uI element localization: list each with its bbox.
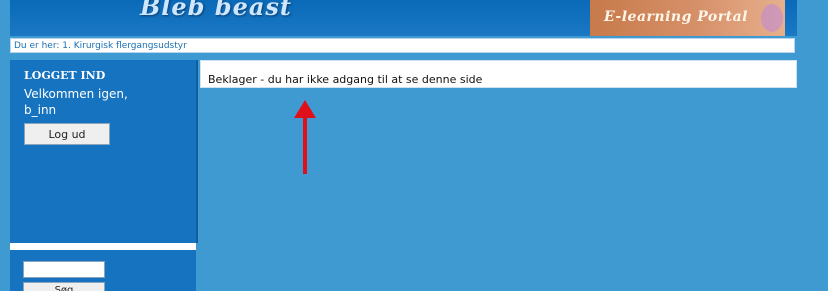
annotation-up-arrow-icon <box>294 100 316 174</box>
sidebar-search-panel: Søg <box>10 250 196 291</box>
login-heading: LOGGET IND <box>24 69 106 82</box>
username-text: b_inn <box>24 103 57 117</box>
welcome-text: Velkommen igen, <box>24 87 128 101</box>
breadcrumb[interactable]: Du er her: 1. Kirurgisk flergangsudstyr <box>10 38 795 53</box>
search-button[interactable]: Søg <box>23 282 105 291</box>
sidebar-divider <box>10 243 196 250</box>
header-banner: Bleb beast E-learning Portal <box>10 0 797 36</box>
site-logo-text: Bleb beast <box>140 0 293 21</box>
portal-badge: E-learning Portal <box>590 0 785 36</box>
access-denied-message: Beklager - du har ikke adgang til at se … <box>208 73 483 86</box>
sidebar-login-panel: LOGGET IND Velkommen igen, b_inn Log ud <box>10 60 198 243</box>
page: Bleb beast E-learning Portal Du er her: … <box>0 0 828 291</box>
search-input[interactable] <box>23 261 105 278</box>
logout-button[interactable]: Log ud <box>24 123 110 145</box>
message-bar: Beklager - du har ikke adgang til at se … <box>200 60 797 88</box>
decorative-flower-icon <box>761 4 783 32</box>
portal-title: E-learning Portal <box>604 9 748 25</box>
